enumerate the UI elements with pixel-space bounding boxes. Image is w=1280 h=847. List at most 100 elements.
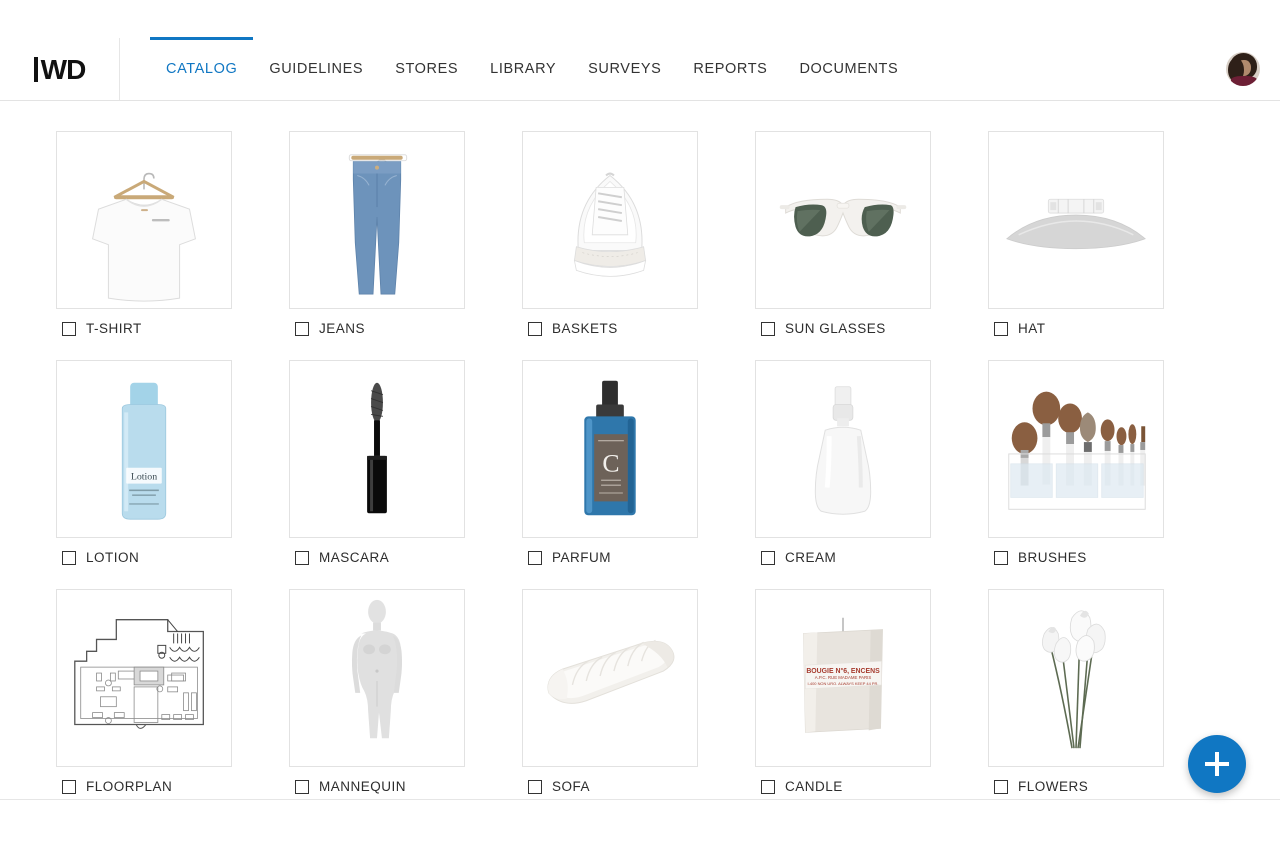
card-label: MASCARA <box>319 550 390 565</box>
avatar-container <box>1226 38 1280 100</box>
logo-letter-w: W <box>40 54 67 85</box>
tshirt-on-hanger-icon <box>92 172 196 302</box>
product-thumbnail-candle[interactable]: BOUGIE N°6, ENCENS A.P.C. RUE MADAME PAR… <box>755 589 931 767</box>
nav-label: GUIDELINES <box>269 61 364 77</box>
main-nav: CATALOG GUIDELINES STORES LIBRARY SURVEY… <box>150 37 914 100</box>
checkbox-flowers[interactable] <box>994 779 1008 794</box>
card-label: FLOORPLAN <box>86 779 173 794</box>
product-thumbnail-floorplan[interactable] <box>56 589 232 767</box>
nav-item-stores[interactable]: STORES <box>379 38 474 100</box>
nav-item-library[interactable]: LIBRARY <box>474 38 572 100</box>
lotion-bottle-icon: Lotion <box>121 382 167 520</box>
checkbox-cream[interactable] <box>761 550 775 565</box>
white-cap-icon <box>1006 198 1146 250</box>
checkbox-baskets[interactable] <box>528 321 542 336</box>
iwd-logo-mark: WD <box>33 54 86 85</box>
brand-logo[interactable]: WD <box>0 38 120 100</box>
catalog-card-row: PARFUM <box>522 538 698 575</box>
checkbox-lotion[interactable] <box>62 550 76 565</box>
catalog-card-row: BRUSHES <box>988 538 1164 575</box>
mannequin-icon <box>351 599 403 739</box>
catalog-card-row: SUN GLASSES <box>755 309 931 346</box>
card-label: SUN GLASSES <box>785 321 886 336</box>
catalog-card: FLOWERS <box>988 589 1164 804</box>
white-sofa-icon <box>547 639 675 704</box>
parfum-monogram-text: C <box>602 449 619 478</box>
card-label: HAT <box>1018 321 1046 336</box>
checkbox-mannequin[interactable] <box>295 779 309 794</box>
makeup-brushes-icon <box>1008 391 1146 510</box>
catalog-content: T-SHIRT JEANS BASKETS SUN GLASSES HAT Lo… <box>0 101 1280 841</box>
catalog-card-row: JEANS <box>289 309 465 346</box>
add-item-button[interactable] <box>1188 735 1246 793</box>
checkbox-candle[interactable] <box>761 779 775 794</box>
catalog-card-row: LOTION <box>56 538 232 575</box>
perfume-bottle-icon: C <box>584 380 636 516</box>
candle-label-line1: BOUGIE N°6, ENCENS <box>806 667 880 675</box>
card-label: SOFA <box>552 779 591 794</box>
card-label: FLOWERS <box>1018 779 1089 794</box>
card-label: LOTION <box>86 550 140 565</box>
checkbox-mascara[interactable] <box>295 550 309 565</box>
card-label: CANDLE <box>785 779 843 794</box>
product-thumbnail-mascara[interactable] <box>289 360 465 538</box>
nav-label: REPORTS <box>693 61 768 77</box>
catalog-card: C PARFUM <box>522 360 698 575</box>
product-thumbnail-brushes[interactable] <box>988 360 1164 538</box>
catalog-card: JEANS <box>289 131 465 346</box>
nav-label: SURVEYS <box>588 61 662 77</box>
checkbox-parfum[interactable] <box>528 550 542 565</box>
card-label: BASKETS <box>552 321 618 336</box>
product-thumbnail-flowers[interactable] <box>988 589 1164 767</box>
catalog-card-row: T-SHIRT <box>56 309 232 346</box>
avatar[interactable] <box>1226 52 1260 86</box>
catalog-card: BRUSHES <box>988 360 1164 575</box>
catalog-card: SUN GLASSES <box>755 131 931 346</box>
nav-item-catalog[interactable]: CATALOG <box>150 37 254 100</box>
nav-item-documents[interactable]: DOCUMENTS <box>783 38 914 100</box>
card-label: PARFUM <box>552 550 611 565</box>
logo-bar-i <box>33 57 38 82</box>
checkbox-jeans[interactable] <box>295 321 309 336</box>
checkbox-sofa[interactable] <box>528 779 542 794</box>
catalog-card: MANNEQUIN <box>289 589 465 804</box>
card-label: JEANS <box>319 321 366 336</box>
spray-bottle-icon <box>814 386 872 515</box>
catalog-card: MASCARA <box>289 360 465 575</box>
catalog-card: BASKETS <box>522 131 698 346</box>
product-thumbnail-sofa[interactable] <box>522 589 698 767</box>
catalog-card: CREAM <box>755 360 931 575</box>
nav-item-reports[interactable]: REPORTS <box>677 38 783 100</box>
plus-icon-vertical <box>1215 752 1219 776</box>
product-thumbnail-jeans[interactable] <box>289 131 465 309</box>
product-thumbnail-hat[interactable] <box>988 131 1164 309</box>
scented-candle-icon: BOUGIE N°6, ENCENS A.P.C. RUE MADAME PAR… <box>803 617 883 733</box>
card-label: MANNEQUIN <box>319 779 407 794</box>
nav-item-guidelines[interactable]: GUIDELINES <box>253 38 379 100</box>
catalog-card: Lotion LOTION <box>56 360 232 575</box>
checkbox-tshirt[interactable] <box>62 321 76 336</box>
nav-label: DOCUMENTS <box>799 61 899 77</box>
product-thumbnail-baskets[interactable] <box>522 131 698 309</box>
sunglasses-icon <box>779 198 907 237</box>
product-thumbnail-tshirt[interactable] <box>56 131 232 309</box>
product-thumbnail-cream[interactable] <box>755 360 931 538</box>
nav-item-surveys[interactable]: SURVEYS <box>572 38 677 100</box>
mascara-wand-icon <box>367 382 387 514</box>
checkbox-floorplan[interactable] <box>62 779 76 794</box>
top-strip <box>0 0 1280 38</box>
product-thumbnail-sunglasses[interactable] <box>755 131 931 309</box>
checkbox-sunglasses[interactable] <box>761 321 775 336</box>
product-thumbnail-mannequin[interactable] <box>289 589 465 767</box>
catalog-grid: T-SHIRT JEANS BASKETS SUN GLASSES HAT Lo… <box>56 131 1224 804</box>
catalog-card: T-SHIRT <box>56 131 232 346</box>
avatar-shoulders <box>1231 76 1257 86</box>
catalog-card-row: MASCARA <box>289 538 465 575</box>
catalog-card-row: CREAM <box>755 538 931 575</box>
logo-letter-d: D <box>66 54 86 85</box>
product-thumbnail-lotion[interactable]: Lotion <box>56 360 232 538</box>
product-thumbnail-parfum[interactable]: C <box>522 360 698 538</box>
checkbox-hat[interactable] <box>994 321 1008 336</box>
candle-label-line2: A.P.C. RUE MADAME PARIS <box>815 675 872 680</box>
checkbox-brushes[interactable] <box>994 550 1008 565</box>
